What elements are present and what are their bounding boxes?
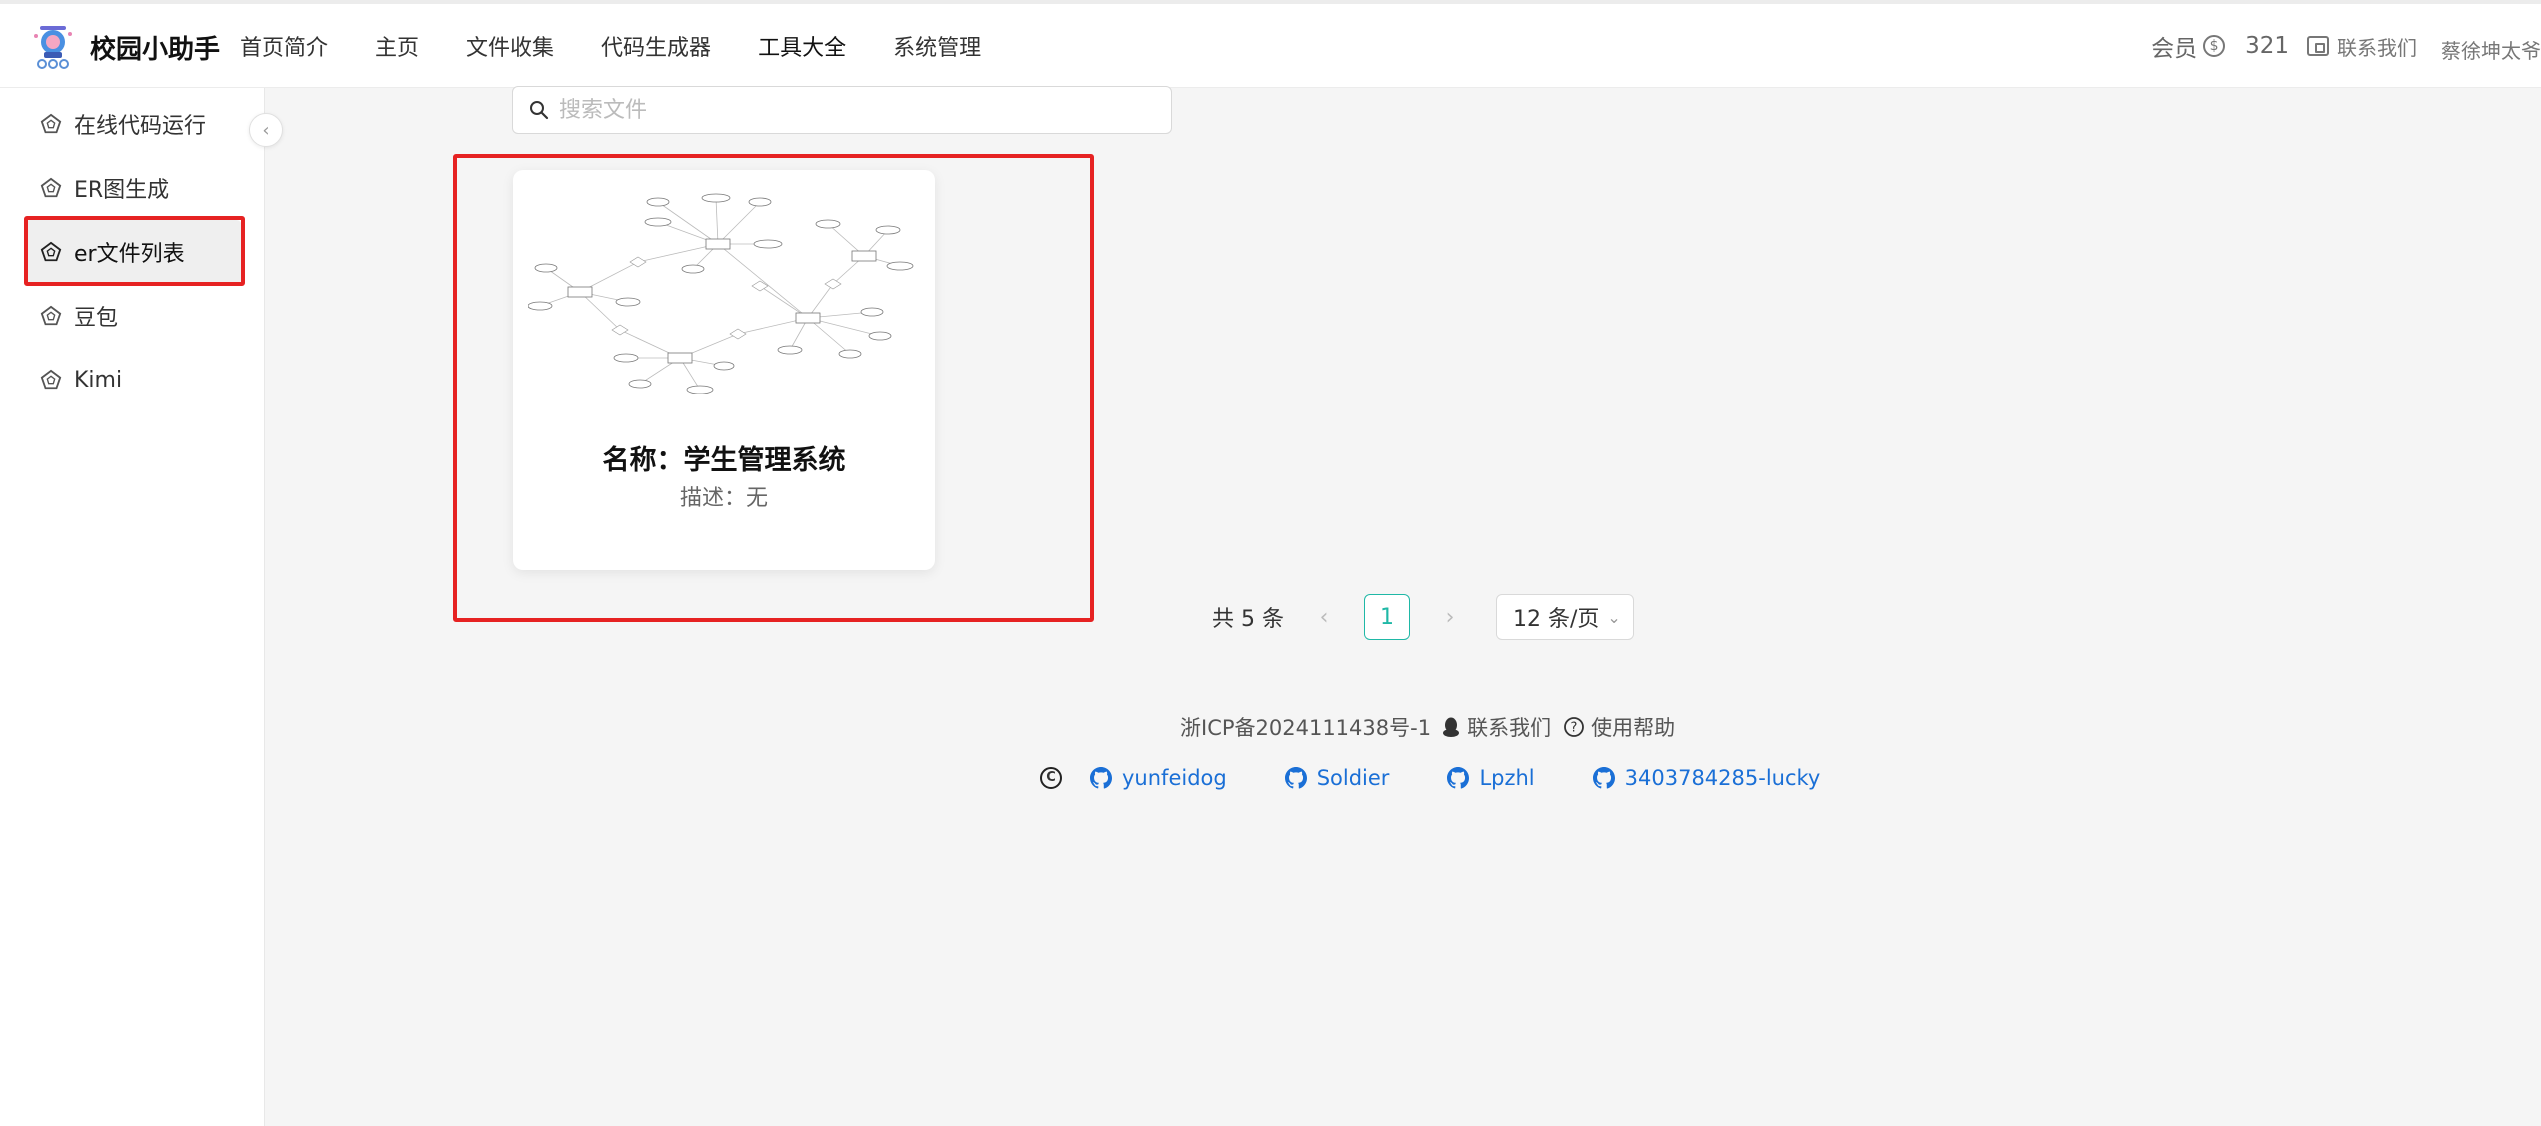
footer-info: 浙ICP备2024111438号-1 联系我们 ? 使用帮助: [1180, 712, 1675, 742]
github-link-label: 3403784285-lucky: [1624, 766, 1821, 790]
sidebar-item-label: 豆包: [74, 306, 119, 331]
page-button-current[interactable]: 1: [1363, 594, 1410, 640]
sidebar-item-kimi[interactable]: Kimi: [24, 348, 242, 412]
help-icon: ?: [1564, 717, 1584, 737]
pentagon-icon: [40, 369, 62, 390]
main-nav: 首页简介 主页 文件收集 代码生成器 工具大全 系统管理: [240, 4, 1028, 88]
member-label[interactable]: 会员: [2151, 29, 2197, 63]
github-link-label: yunfeidog: [1122, 766, 1227, 790]
header-right: 会员 $ 321 联系我们 蔡徐坤太爷: [2151, 4, 2541, 88]
sidebar-item-label: 在线代码运行: [74, 114, 207, 139]
github-link-lucky[interactable]: 3403784285-lucky: [1592, 766, 1821, 790]
github-icon: [1447, 767, 1470, 789]
contact-link[interactable]: 联系我们: [2337, 32, 2417, 61]
sidebar-item-label: ER图生成: [74, 178, 170, 203]
logo-icon: [34, 26, 72, 69]
prev-page-icon[interactable]: ‹: [1310, 605, 1338, 630]
pentagon-icon: [40, 113, 62, 134]
github-link-label: Lpzhl: [1479, 766, 1535, 790]
top-header: 校园小助手 首页简介 主页 文件收集 代码生成器 工具大全 系统管理 会员 $ …: [0, 0, 2541, 88]
icp-number[interactable]: 浙ICP备2024111438号-1: [1180, 712, 1431, 742]
points-count: 321: [2245, 33, 2289, 59]
sidebar-item-doubao[interactable]: 豆包: [24, 284, 242, 348]
page-size-value: 12 条/页: [1512, 607, 1600, 632]
brand-name: 校园小助手: [90, 34, 221, 65]
search-icon: [530, 101, 549, 120]
github-icon: [1090, 767, 1112, 789]
github-link-lpzhl[interactable]: Lpzhl: [1447, 766, 1535, 790]
user-name[interactable]: 蔡徐坤太爷: [2441, 35, 2541, 64]
chevron-left-icon[interactable]: ‹: [249, 113, 283, 147]
er-diagram-thumbnail: [528, 193, 914, 394]
sidebar: 在线代码运行 ER图生成 er文件列表 豆包 Kimi: [0, 88, 265, 1126]
page-size-select[interactable]: 12 条/页 ⌄: [1495, 594, 1634, 640]
coin-icon: $: [2203, 35, 2226, 57]
card-description: 描述：无: [679, 486, 768, 511]
brand[interactable]: 校园小助手: [28, 22, 220, 72]
github-link-yunfeidog[interactable]: yunfeidog: [1090, 766, 1227, 790]
sidebar-item-er-generate[interactable]: ER图生成: [24, 156, 242, 220]
github-icon: [1284, 767, 1307, 789]
github-icon: [1592, 767, 1615, 789]
qq-icon: [1443, 717, 1460, 737]
search-box[interactable]: [512, 86, 1172, 134]
footer-contact-link[interactable]: 联系我们: [1467, 712, 1551, 742]
next-page-icon[interactable]: ›: [1436, 605, 1464, 630]
nav-system-admin[interactable]: 系统管理: [893, 30, 981, 62]
card-title: 名称：学生管理系统: [602, 445, 846, 476]
github-link-soldier[interactable]: Soldier: [1284, 766, 1390, 790]
pentagon-icon: [40, 305, 62, 326]
sidebar-item-er-file-list[interactable]: er文件列表: [24, 220, 242, 284]
sidebar-item-label: Kimi: [74, 367, 123, 393]
footer-links: C yunfeidog Soldier Lpzhl 3403784285-luc…: [1040, 762, 1878, 794]
pagination: 共 5 条 ‹ 1 › 12 条/页 ⌄: [1212, 594, 1634, 640]
pentagon-icon: [40, 177, 62, 198]
wallet-icon: [2307, 36, 2329, 56]
nav-tools[interactable]: 工具大全: [758, 30, 846, 62]
copyright-icon: C: [1040, 767, 1062, 789]
pagination-total: 共 5 条: [1212, 607, 1284, 632]
github-link-label: Soldier: [1316, 766, 1390, 790]
chevron-down-icon: ⌄: [1607, 607, 1621, 627]
nav-file-collect[interactable]: 文件收集: [466, 30, 554, 62]
search-input[interactable]: [559, 97, 1159, 123]
sidebar-item-label: er文件列表: [74, 242, 185, 267]
pentagon-icon: [40, 241, 62, 262]
svg-text:?: ?: [1571, 721, 1578, 736]
nav-home[interactable]: 主页: [375, 30, 419, 62]
er-file-card[interactable]: 名称：学生管理系统 描述：无: [513, 170, 935, 570]
sidebar-item-online-code[interactable]: 在线代码运行: [24, 92, 242, 156]
nav-code-generator[interactable]: 代码生成器: [601, 30, 711, 62]
footer-help-link[interactable]: 使用帮助: [1591, 712, 1675, 742]
nav-intro[interactable]: 首页简介: [240, 30, 328, 62]
